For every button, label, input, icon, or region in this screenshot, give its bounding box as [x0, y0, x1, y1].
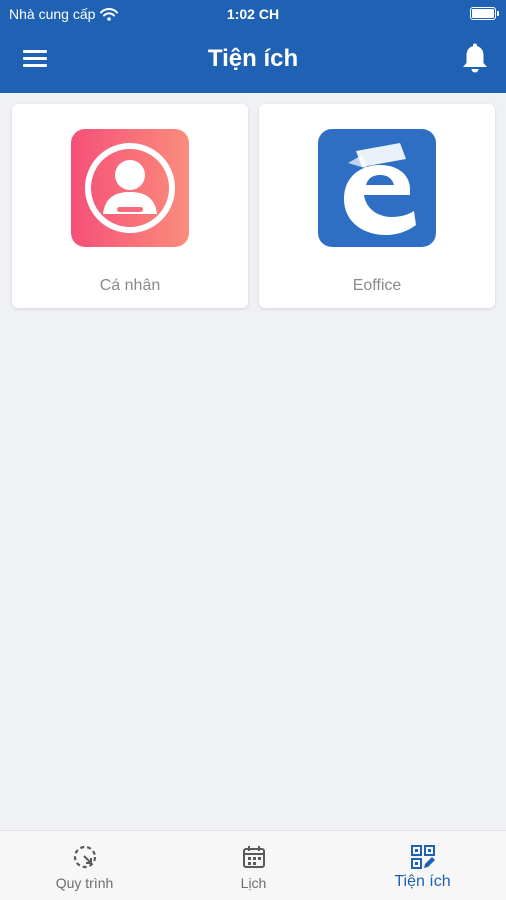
- tab-utilities[interactable]: Tiện ích: [338, 831, 506, 900]
- app-header: Nhà cung cấp 1:02 CH Tiện ích: [0, 0, 506, 93]
- notification-bell-icon[interactable]: [460, 43, 490, 75]
- person-icon: [71, 129, 189, 247]
- tab-calendar[interactable]: Lịch: [169, 831, 338, 900]
- tab-process[interactable]: Quy trình: [0, 831, 169, 900]
- tab-label: Quy trình: [55, 875, 114, 891]
- battery-icon: [470, 7, 499, 20]
- app-card-label: Eoffice: [352, 277, 402, 294]
- process-icon: [73, 845, 97, 869]
- tab-label: Lịch: [240, 875, 267, 891]
- tab-label: Tiện ích: [394, 873, 451, 890]
- app-card-label: Cá nhân: [99, 277, 161, 294]
- bottom-tab-bar: Quy trình Lịch Tiện ích: [0, 830, 506, 900]
- app-card-eoffice[interactable]: Eoffice: [259, 104, 495, 308]
- app-card-personal[interactable]: Cá nhân: [12, 104, 248, 308]
- qr-edit-icon: [411, 845, 435, 869]
- status-time: 1:02 CH: [226, 6, 280, 22]
- eoffice-logo-icon: [318, 129, 436, 247]
- calendar-icon: [243, 846, 265, 868]
- page-title: Tiện ích: [207, 45, 299, 72]
- status-bar: Nhà cung cấp 1:02 CH: [0, 0, 506, 28]
